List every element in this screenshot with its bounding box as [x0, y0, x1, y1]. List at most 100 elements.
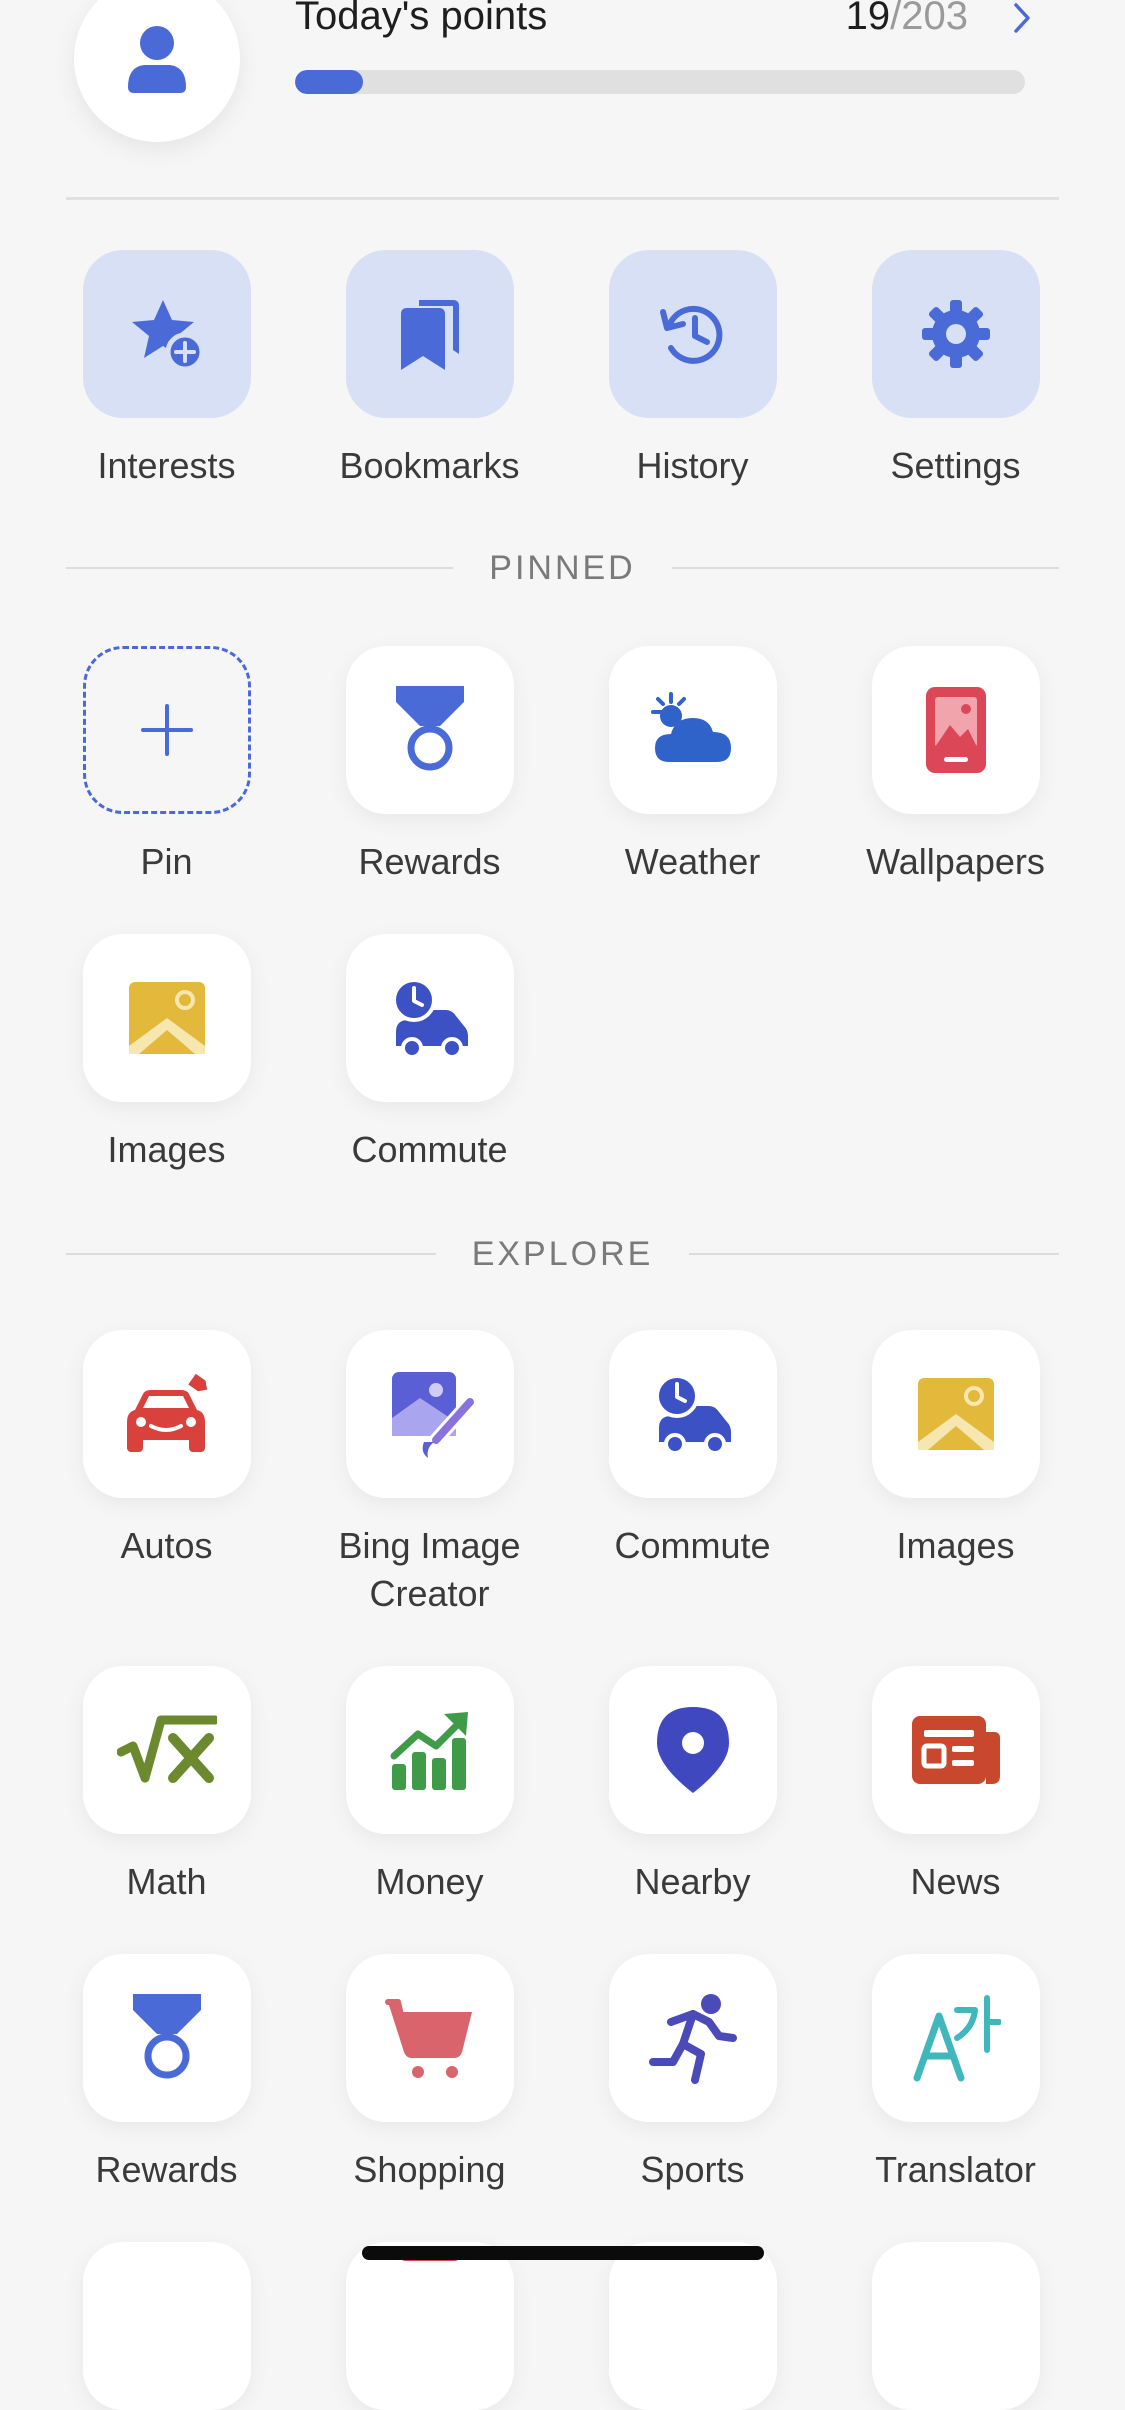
money-label: Money [375, 1861, 484, 1902]
points-title: Today's points [295, 0, 548, 38]
divider [671, 567, 1059, 569]
history-label: History [636, 445, 749, 486]
interests-button[interactable]: Interests [35, 250, 298, 490]
bookmarks-tile[interactable] [345, 250, 514, 418]
explore-title: EXPLORE [471, 1234, 654, 1273]
points-value: 19/203 [846, 0, 968, 40]
pinned-weather-button[interactable]: Weather [561, 646, 824, 886]
autos-tile[interactable] [82, 1330, 251, 1498]
explore-next-row-tile[interactable] [561, 2242, 824, 2410]
pin-button[interactable]: Pin [35, 646, 298, 886]
next-row-tile[interactable] [871, 2242, 1040, 2410]
explore-section-header: EXPLORE [66, 1230, 1059, 1278]
wallpaper-icon [925, 687, 986, 773]
explore-next-row-tile[interactable] [298, 2242, 561, 2410]
points-total: 203 [901, 0, 968, 38]
news-label: News [910, 1861, 1001, 1902]
bookmarks-button[interactable]: Bookmarks [298, 250, 561, 490]
pinned-rewards-button[interactable]: Rewards [298, 646, 561, 886]
image-icon [917, 1378, 994, 1450]
explore-math-button[interactable]: Math [35, 1666, 298, 1906]
explore-next-row-tile[interactable] [35, 2242, 298, 2410]
next-row-tile[interactable] [82, 2242, 251, 2410]
interests-tile[interactable] [82, 250, 251, 418]
commute-icon [391, 978, 468, 1059]
history-tile[interactable] [608, 250, 777, 418]
nearby-tile[interactable] [608, 1666, 777, 1834]
home-indicator[interactable] [362, 2246, 764, 2260]
explore-money-button[interactable]: Money [298, 1666, 561, 1906]
points-separator: / [890, 0, 902, 38]
explore-nearby-button[interactable]: Nearby [561, 1666, 824, 1906]
weather-icon [650, 692, 731, 762]
pinned-wallpapers-button[interactable]: Wallpapers [824, 646, 1087, 886]
images-label: Images [896, 1525, 1015, 1566]
chevron-right-icon[interactable] [1006, 0, 1038, 36]
nearby-label: Nearby [634, 1861, 751, 1902]
shopping-label: Shopping [353, 2149, 506, 2190]
bookmarks-icon [400, 300, 459, 370]
avatar[interactable] [74, 0, 240, 142]
pinned-images-button[interactable]: Images [35, 934, 298, 1174]
interests-label: Interests [97, 445, 236, 486]
image-creator-label: Bing Image Creator [338, 1525, 521, 1614]
explore-image-creator-button[interactable]: Bing Image Creator [298, 1330, 561, 1618]
explore-next-row-tile[interactable] [824, 2242, 1087, 2410]
image-icon [128, 982, 205, 1054]
pinned-section-header: PINNED [66, 544, 1059, 592]
commute-tile[interactable] [345, 934, 514, 1102]
images-tile[interactable] [871, 1330, 1040, 1498]
explore-news-button[interactable]: News [824, 1666, 1087, 1906]
next-row-tile[interactable] [345, 2242, 514, 2410]
math-label: Math [126, 1861, 207, 1902]
history-button[interactable]: History [561, 250, 824, 490]
image-creator-tile[interactable] [345, 1330, 514, 1498]
points-progress-bar [295, 70, 1025, 94]
points-current: 19 [845, 0, 891, 38]
commute-tile[interactable] [608, 1330, 777, 1498]
history-icon [659, 305, 722, 364]
shopping-cart-icon [384, 1999, 472, 2078]
points-progress-fill [295, 70, 364, 94]
explore-translator-button[interactable]: Translator [824, 1954, 1087, 2194]
explore-shopping-button[interactable]: Shopping [298, 1954, 561, 2194]
divider [66, 1253, 436, 1255]
settings-tile[interactable] [871, 250, 1040, 418]
settings-button[interactable]: Settings [824, 250, 1087, 490]
images-tile[interactable] [82, 934, 251, 1102]
rewards-header[interactable]: Today's points 19/203 [0, 0, 1125, 200]
medal-icon [132, 1994, 201, 2079]
divider [66, 567, 454, 569]
rewards-tile[interactable] [345, 646, 514, 814]
car-icon [126, 1372, 211, 1452]
translator-tile[interactable] [871, 1954, 1040, 2122]
rewards-label: Rewards [95, 2149, 238, 2190]
person-icon [128, 26, 186, 93]
divider [689, 1253, 1059, 1255]
money-chart-icon [390, 1712, 468, 1790]
sports-label: Sports [640, 2149, 745, 2190]
star-add-icon [131, 300, 204, 372]
pin-tile[interactable] [82, 646, 251, 814]
plus-icon [140, 704, 193, 756]
next-row-tile[interactable] [608, 2242, 777, 2410]
pinned-commute-button[interactable]: Commute [298, 934, 561, 1174]
explore-images-button[interactable]: Images [824, 1330, 1087, 1570]
math-tile[interactable] [82, 1666, 251, 1834]
explore-autos-button[interactable]: Autos [35, 1330, 298, 1570]
money-tile[interactable] [345, 1666, 514, 1834]
wallpapers-tile[interactable] [871, 646, 1040, 814]
news-tile[interactable] [871, 1666, 1040, 1834]
settings-label: Settings [890, 445, 1021, 486]
explore-commute-button[interactable]: Commute [561, 1330, 824, 1570]
sports-tile[interactable] [608, 1954, 777, 2122]
news-icon [911, 1716, 1000, 1784]
wallpapers-label: Wallpapers [866, 841, 1045, 882]
weather-tile[interactable] [608, 646, 777, 814]
explore-sports-button[interactable]: Sports [561, 1954, 824, 2194]
rewards-tile[interactable] [82, 1954, 251, 2122]
explore-rewards-button[interactable]: Rewards [35, 1954, 298, 2194]
commute-label: Commute [614, 1525, 771, 1566]
shopping-tile[interactable] [345, 1954, 514, 2122]
medal-icon [395, 686, 464, 771]
